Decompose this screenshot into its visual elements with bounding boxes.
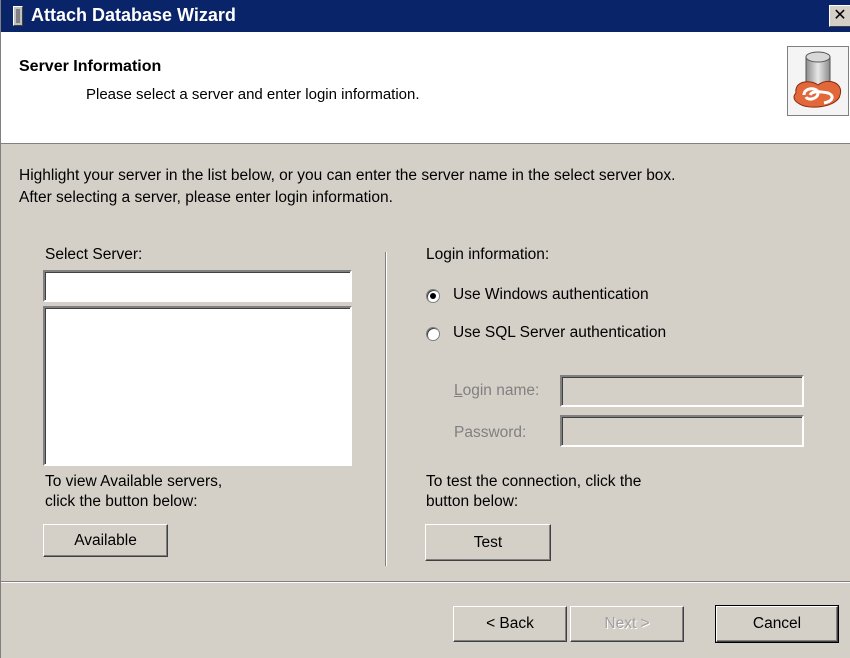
available-hint-line-1: To view Available servers, (45, 473, 223, 490)
cancel-button-label: Cancel (752, 615, 802, 632)
instructions-line-1: Highlight your server in the list below,… (19, 167, 676, 184)
footer-divider (1, 581, 850, 583)
windows-auth-radio[interactable] (426, 289, 440, 303)
page-title: Server Information (19, 58, 162, 75)
login-name-mnemonic: L (454, 382, 463, 399)
login-name-field[interactable] (560, 375, 804, 407)
app-icon (13, 6, 23, 26)
available-hint: To view Available servers, click the but… (45, 472, 222, 512)
back-button[interactable]: < Back (453, 606, 567, 642)
test-hint: To test the connection, click the button… (426, 472, 641, 512)
login-name-label-text: ogin name: (462, 382, 540, 399)
select-server-label: Select Server: (45, 246, 143, 263)
wizard-window: Attach Database Wizard ✕ Server Informat… (0, 0, 850, 658)
login-information-label: Login information: (426, 246, 550, 263)
available-button-label: Available (74, 531, 137, 549)
sql-auth-radio[interactable] (426, 327, 440, 341)
instructions: Highlight your server in the list below,… (19, 165, 839, 209)
page-subtitle: Please select a server and enter login i… (86, 86, 420, 103)
test-button[interactable]: Test (425, 524, 551, 561)
instructions-line-2: After selecting a server, please enter l… (19, 189, 393, 206)
cancel-button[interactable]: Cancel (715, 605, 839, 643)
close-button[interactable]: ✕ (829, 5, 850, 27)
close-icon: ✕ (833, 7, 847, 24)
next-button[interactable]: Next > (570, 606, 684, 642)
server-list[interactable] (43, 306, 352, 466)
windows-auth-label[interactable]: Use Windows authentication (453, 286, 649, 304)
select-server-input[interactable] (43, 270, 352, 302)
title-bar[interactable]: Attach Database Wizard ✕ (1, 0, 850, 32)
test-button-label: Test (473, 533, 503, 551)
available-hint-line-2: click the button below: (45, 493, 198, 510)
back-button-label: < Back (486, 615, 534, 632)
login-name-label: Login name: (454, 382, 539, 400)
window-title: Attach Database Wizard (31, 5, 236, 25)
database-icon (787, 46, 849, 116)
column-divider (385, 252, 387, 566)
test-hint-line-2: button below: (426, 493, 519, 510)
wizard-header: Server Information Please select a serve… (1, 32, 850, 144)
password-field[interactable] (560, 415, 804, 447)
password-label: Password: (454, 424, 527, 441)
available-button[interactable]: Available (43, 524, 168, 557)
sql-auth-label[interactable]: Use SQL Server authentication (453, 324, 666, 342)
next-button-label: Next > (604, 615, 650, 632)
test-hint-line-1: To test the connection, click the (426, 473, 642, 490)
